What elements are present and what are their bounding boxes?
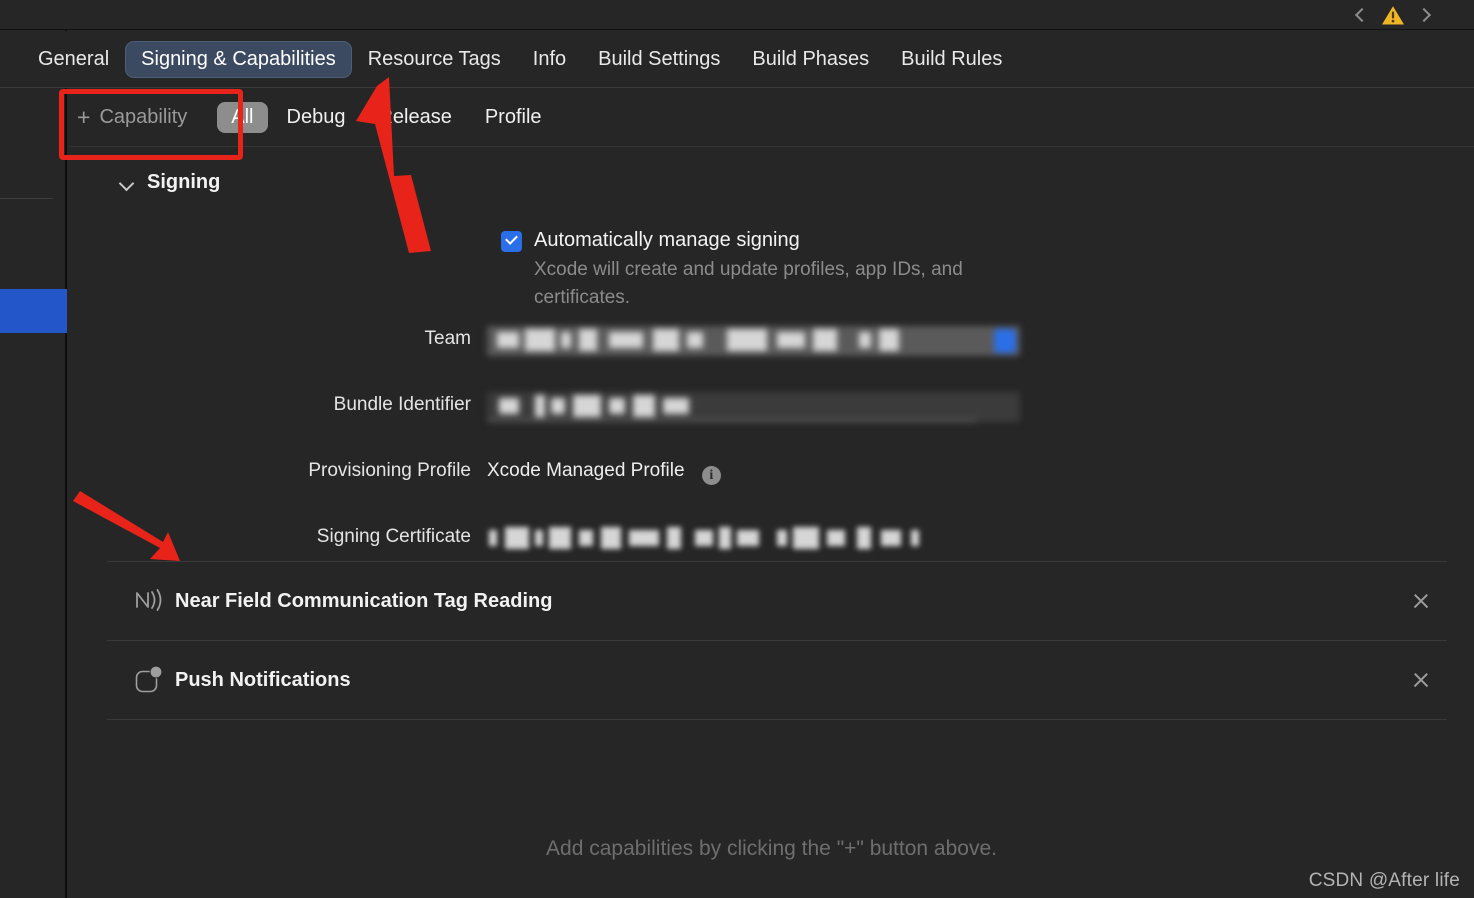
automatically-manage-signing-description: Xcode will create and update profiles, a… xyxy=(534,259,963,308)
project-navigator-sidebar[interactable] xyxy=(0,30,67,898)
tab-info[interactable]: Info xyxy=(517,41,582,78)
capability-name: Push Notifications xyxy=(175,668,351,691)
build-config-filter-tabs: All Debug Release Profile xyxy=(217,102,555,133)
navigation-group xyxy=(1356,0,1430,30)
tab-build-rules[interactable]: Build Rules xyxy=(885,41,1018,78)
signing-certificate-row: Signing Certificate xyxy=(69,524,1474,564)
push-notification-badge-icon xyxy=(131,663,167,697)
filter-tab-profile[interactable]: Profile xyxy=(471,102,556,133)
warning-triangle-icon[interactable] xyxy=(1381,5,1405,26)
automatically-manage-signing-row: Automatically manage signing Xcode will … xyxy=(501,227,1474,312)
signing-section-title: Signing xyxy=(147,171,221,193)
tab-build-settings[interactable]: Build Settings xyxy=(582,41,736,78)
provisioning-profile-value-group: Xcode Managed Profile i xyxy=(487,458,1474,485)
tab-signing-capabilities[interactable]: Signing & Capabilities xyxy=(125,40,352,78)
team-row: Team xyxy=(69,326,1474,366)
signing-certificate-value[interactable] xyxy=(487,524,1474,552)
tab-general[interactable]: General xyxy=(22,41,125,78)
watermark: CSDN @After life xyxy=(1308,870,1460,891)
top-strip xyxy=(0,0,1474,30)
provisioning-profile-row: Provisioning Profile Xcode Managed Profi… xyxy=(69,458,1474,498)
provisioning-profile-label: Provisioning Profile xyxy=(308,460,471,481)
sidebar-divider xyxy=(0,198,53,199)
add-capability-label: Capability xyxy=(99,106,188,128)
close-icon[interactable] xyxy=(1409,589,1433,613)
automatically-manage-signing-texts: Automatically manage signing Xcode will … xyxy=(534,227,1044,312)
chevron-down-icon[interactable] xyxy=(119,175,135,191)
signing-capabilities-pane: Signing Automatically manage signing Xco… xyxy=(69,147,1474,898)
info-circle-icon[interactable]: i xyxy=(701,466,721,485)
nfc-icon xyxy=(131,584,167,618)
team-label: Team xyxy=(424,328,471,349)
automatically-manage-signing-label: Automatically manage signing xyxy=(534,229,800,251)
plus-icon: + xyxy=(77,104,91,130)
signing-certificate-label: Signing Certificate xyxy=(316,526,471,547)
capabilities-toolbar: + Capability All Debug Release Profile xyxy=(69,89,1474,147)
bundle-identifier-value[interactable] xyxy=(487,392,1474,422)
capability-name: Near Field Communication Tag Reading xyxy=(175,589,553,612)
filter-tab-release[interactable]: Release xyxy=(364,102,465,133)
bundle-identifier-input[interactable] xyxy=(487,392,1020,422)
xcode-project-editor: General Signing & Capabilities Resource … xyxy=(0,0,1474,898)
close-icon[interactable] xyxy=(1409,668,1433,692)
automatically-manage-signing-checkbox[interactable] xyxy=(501,231,522,252)
chevron-right-icon[interactable] xyxy=(1419,6,1430,24)
team-dropdown-indicator[interactable] xyxy=(994,329,1016,353)
capability-row-push-notifications[interactable]: Push Notifications xyxy=(107,641,1447,719)
bundle-identifier-label: Bundle Identifier xyxy=(333,394,471,415)
filter-tab-all[interactable]: All xyxy=(217,102,268,133)
provisioning-profile-value: Xcode Managed Profile xyxy=(487,460,685,481)
team-redacted-value[interactable] xyxy=(487,326,1020,356)
signing-form: Automatically manage signing Xcode will … xyxy=(69,227,1474,564)
team-value[interactable] xyxy=(487,326,1474,356)
tab-build-phases[interactable]: Build Phases xyxy=(736,41,885,78)
filter-tab-debug[interactable]: Debug xyxy=(273,102,360,133)
signing-certificate-redacted-value[interactable] xyxy=(487,524,957,552)
capability-row-nfc[interactable]: Near Field Communication Tag Reading xyxy=(107,562,1447,640)
tab-resource-tags[interactable]: Resource Tags xyxy=(352,41,517,78)
capability-separator xyxy=(107,719,1447,720)
chevron-left-icon[interactable] xyxy=(1356,6,1367,24)
empty-state-hint: Add capabilities by clicking the "+" but… xyxy=(546,837,997,860)
add-capability-button[interactable]: + Capability xyxy=(69,102,197,133)
sidebar-selected-item[interactable] xyxy=(0,289,67,333)
editor-tab-bar: General Signing & Capabilities Resource … xyxy=(0,31,1474,88)
capabilities-list: Near Field Communication Tag Reading Pus… xyxy=(107,561,1447,720)
signing-section-header[interactable]: Signing xyxy=(119,171,220,194)
bundle-identifier-row: Bundle Identifier xyxy=(69,392,1474,432)
